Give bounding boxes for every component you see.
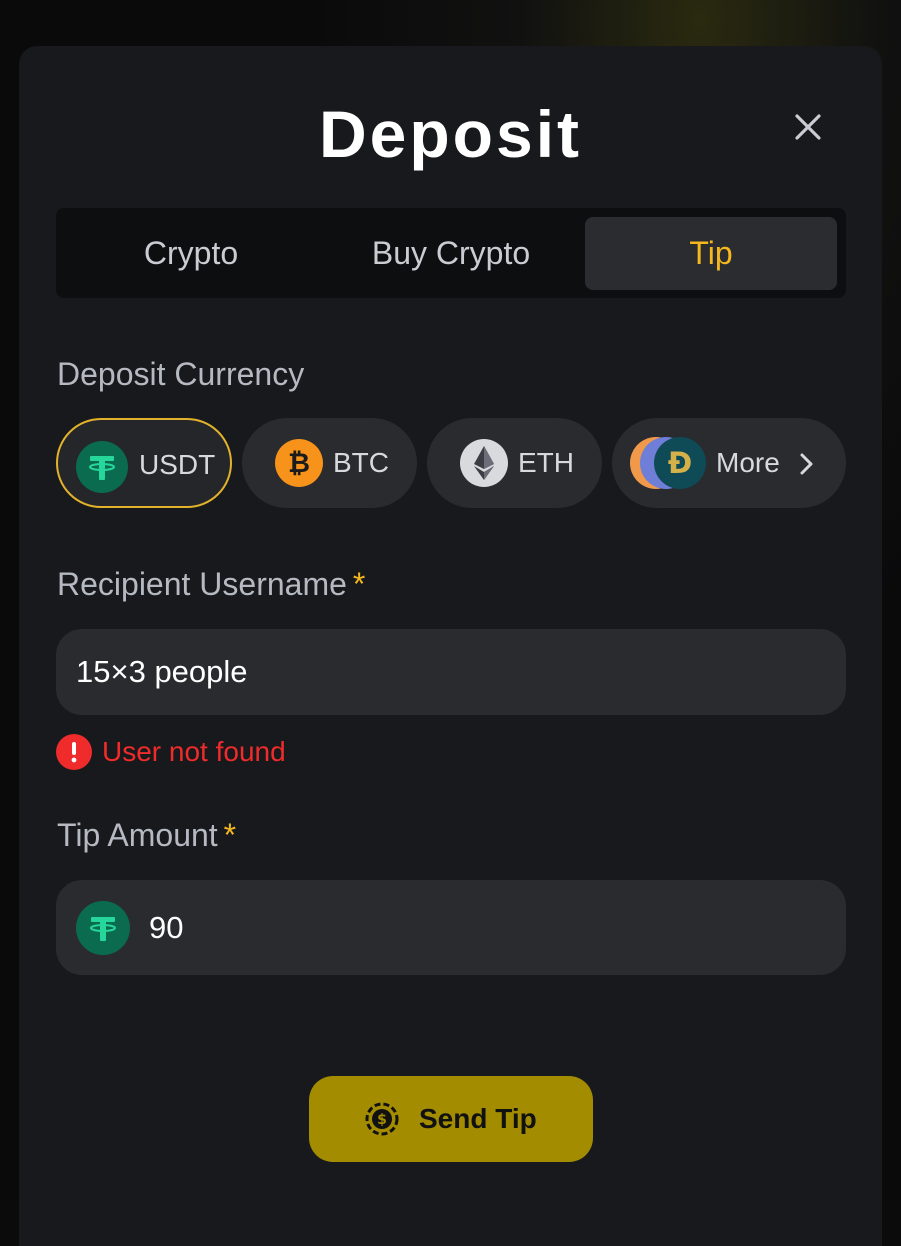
chevron-right-icon	[795, 451, 817, 477]
svg-text:₿: ₿	[288, 448, 310, 479]
required-mark: *	[352, 566, 366, 602]
currency-option-btc[interactable]: ₿ BTC	[242, 418, 417, 508]
required-mark: *	[223, 817, 237, 853]
close-button[interactable]	[787, 106, 829, 148]
svg-text:$: $	[377, 1112, 387, 1128]
currency-option-label: More	[716, 447, 780, 478]
recipient-username-label: Recipient Username *	[57, 566, 365, 603]
more-coins-icon: Đ	[630, 437, 706, 489]
deposit-tabs: Crypto Buy Crypto Tip	[56, 208, 846, 298]
send-tip-button[interactable]: $ Send Tip	[309, 1076, 593, 1162]
recipient-username-value[interactable]: 15×3 people	[76, 629, 248, 715]
svg-text:Đ: Đ	[668, 446, 692, 480]
error-icon	[56, 734, 92, 770]
modal-title: Deposit	[318, 97, 583, 171]
currency-option-label: USDT	[139, 449, 216, 480]
eth-icon	[460, 439, 508, 487]
tip-amount-input[interactable]: 90	[56, 880, 846, 975]
currency-option-label: BTC	[333, 447, 389, 478]
tab-buy-crypto[interactable]: Buy Crypto	[325, 217, 577, 290]
btc-icon: ₿	[275, 439, 323, 487]
usdt-icon	[76, 441, 128, 493]
tip-amount-label: Tip Amount *	[57, 817, 236, 854]
tab-tip[interactable]: Tip	[585, 217, 837, 290]
currency-option-usdt[interactable]: USDT	[56, 418, 232, 508]
recipient-username-input[interactable]: 15×3 people	[56, 629, 846, 715]
currency-option-label: ETH	[518, 447, 574, 478]
send-tip-label: Send Tip	[419, 1103, 537, 1134]
deposit-modal: Deposit Crypto Buy Crypto Tip Deposit Cu…	[19, 46, 882, 1246]
deposit-currency-label: Deposit Currency	[57, 356, 305, 392]
error-message: User not found	[102, 736, 286, 767]
tip-amount-label-text: Tip Amount	[57, 817, 218, 853]
recipient-username-label-text: Recipient Username	[57, 566, 347, 602]
tip-amount-value[interactable]: 90	[149, 880, 183, 975]
close-icon	[795, 114, 821, 140]
coin-icon: $	[365, 1102, 399, 1136]
tab-crypto[interactable]: Crypto	[65, 217, 317, 290]
usdt-icon	[76, 901, 130, 955]
currency-option-more[interactable]: Đ More	[612, 418, 846, 508]
currency-option-eth[interactable]: ETH	[427, 418, 602, 508]
